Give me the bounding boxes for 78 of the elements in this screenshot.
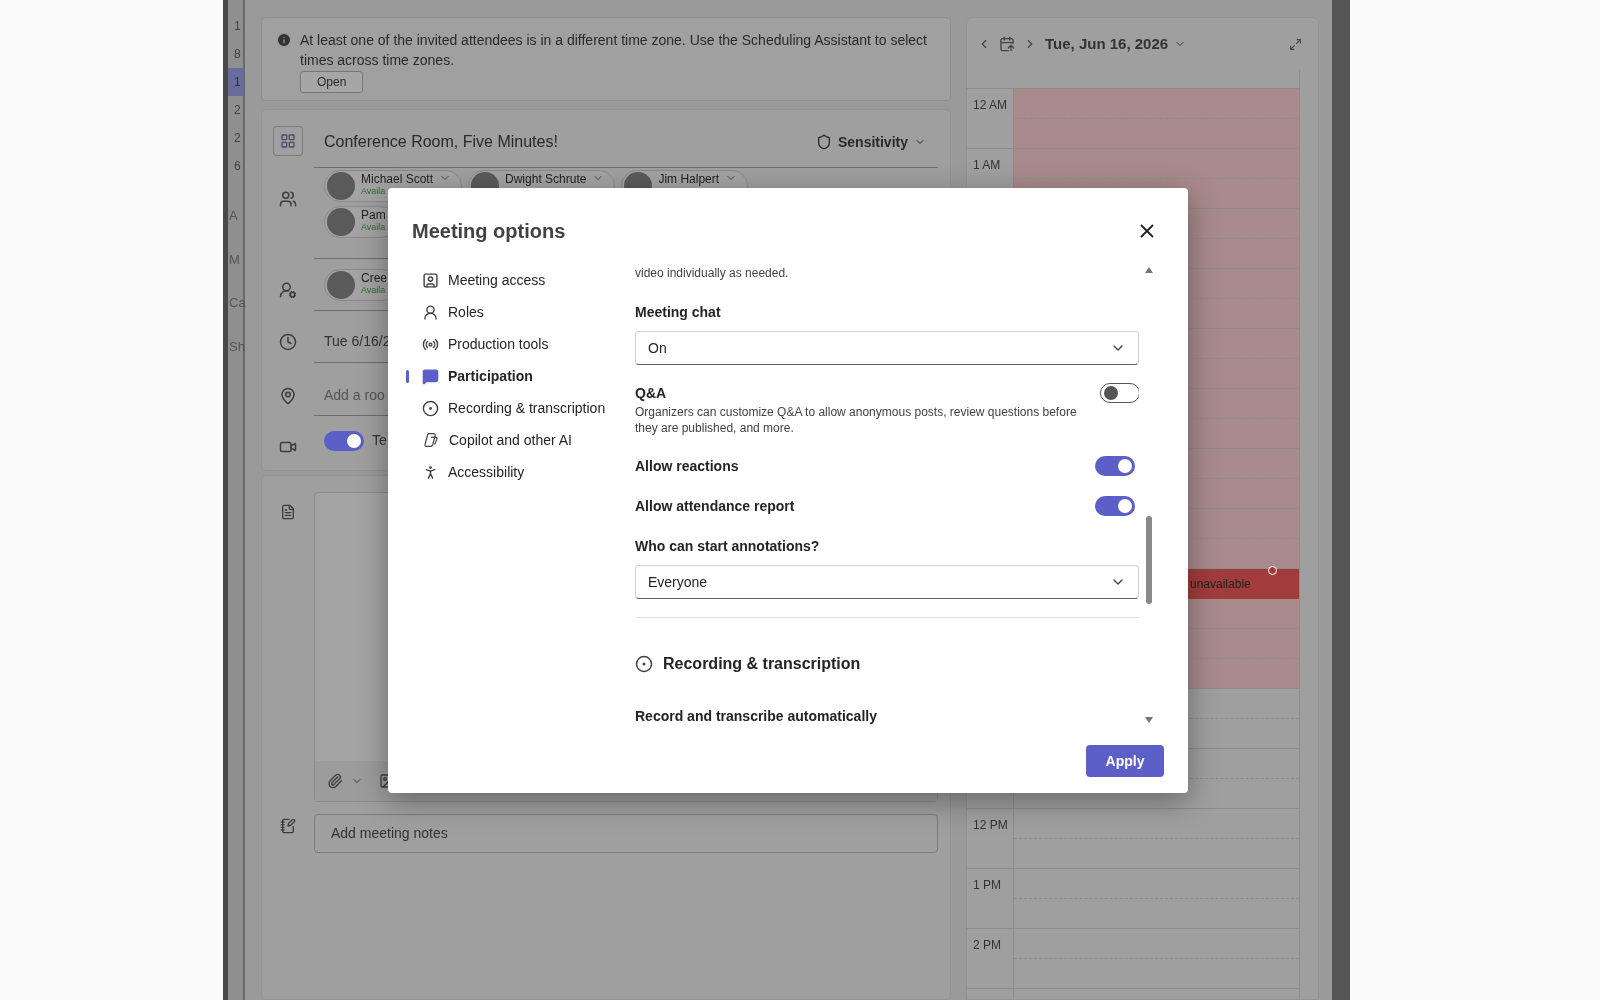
event-title: unavailable	[1190, 576, 1251, 593]
nav-item[interactable]: Participation	[414, 360, 635, 392]
attach-icon[interactable]	[327, 773, 343, 789]
location-icon	[279, 386, 297, 405]
nav-item[interactable]: Meeting access	[414, 264, 635, 296]
setting-label: Allow attendance report	[635, 497, 795, 516]
attendee-status: Availa	[361, 184, 387, 197]
info-icon	[276, 32, 292, 48]
copilot-icon	[422, 431, 440, 449]
hour-label: 1 PM	[973, 878, 1001, 892]
person-icon	[422, 303, 439, 321]
meeting-notes-field[interactable]: Add meeting notes	[314, 814, 938, 853]
hour-label: 2 PM	[973, 938, 1001, 952]
sidebar-label: A	[229, 207, 239, 225]
portrait-icon	[422, 271, 439, 289]
attendee-status: Availa	[361, 220, 386, 233]
scroll-up-icon[interactable]	[1144, 266, 1154, 274]
setting-label: Who can start annotations?	[635, 537, 821, 556]
scroll-down-icon[interactable]	[1144, 716, 1154, 724]
date-cell[interactable]: 2	[228, 124, 243, 152]
open-button[interactable]: Open	[300, 71, 364, 93]
sidebar-label: M	[229, 250, 241, 269]
toggle-switch[interactable]	[1095, 496, 1135, 516]
sidebar-label: Sh	[229, 337, 246, 356]
setting-label: Allow reactions	[635, 457, 739, 476]
nav-item[interactable]: Accessibility	[414, 456, 635, 488]
attendee-status: Availa	[361, 284, 387, 297]
today-icon[interactable]	[999, 36, 1015, 52]
sensitivity-button[interactable]: Sensitivity	[815, 131, 926, 153]
expand-icon[interactable]	[1289, 37, 1302, 51]
setting-description: video individually as needed.	[635, 265, 790, 282]
attendee-name: Pam	[361, 208, 386, 221]
attendees-icon	[279, 189, 297, 208]
attendee-name: Jim Halpert	[658, 172, 720, 185]
setting-label: Meeting chat	[635, 303, 722, 322]
date-cell[interactable]: 2	[228, 96, 243, 124]
dialog-title: Meeting options	[412, 219, 566, 244]
toggle-switch[interactable]	[1095, 456, 1135, 476]
dropdown[interactable]: On	[635, 331, 1139, 365]
shield-icon	[815, 134, 832, 150]
attendee-name: Cree	[361, 272, 387, 285]
toggle-switch[interactable]	[1100, 383, 1139, 403]
online-meeting-label: Te	[372, 431, 387, 451]
nav-item[interactable]: Copilot and other AI	[414, 424, 635, 456]
nav-item[interactable]: Roles	[414, 296, 635, 328]
record-icon	[422, 399, 439, 417]
hour-label: 12 AM	[973, 98, 1008, 112]
toggle-switch[interactable]	[324, 430, 364, 451]
avatar	[327, 271, 355, 300]
avatar	[327, 207, 355, 236]
title-field[interactable]: Conference Room, Five Minutes!	[324, 130, 558, 154]
optional-attendee-icon	[279, 281, 297, 300]
chat-icon	[422, 367, 439, 385]
nav-item[interactable]: Production tools	[414, 328, 635, 360]
date-picker[interactable]: Tue, Jun 16, 2026	[1045, 32, 1187, 56]
description-icon	[280, 504, 296, 520]
setting-description: Organizers can customize Q&A to allow anonymous posts, review questions before they are published, and more.	[635, 404, 1078, 436]
hour-label: 12 PM	[973, 818, 1008, 832]
date-cell[interactable]: 8	[228, 40, 243, 68]
date-cell[interactable]: 6	[228, 152, 243, 180]
attendee-name: Michael Scott	[361, 172, 434, 185]
setting-label: Record and transcribe automatically	[635, 707, 878, 726]
apply-button[interactable]: Apply	[1086, 745, 1164, 777]
record-icon	[635, 655, 653, 673]
scrollbar-thumb[interactable]	[1146, 516, 1152, 604]
hour-label: 1 AM	[973, 158, 1001, 172]
notice-text: At least one of the invited attendees is in a different time zone. Use the Scheduling Assistant to select times across time zones.	[300, 31, 928, 70]
nav-item[interactable]: Recording & transcription	[414, 392, 635, 424]
avatar	[327, 171, 355, 200]
title-icon	[273, 126, 303, 156]
sidebar-label: Ca	[229, 294, 246, 312]
clock-icon	[279, 332, 297, 351]
dropdown[interactable]: Everyone	[635, 565, 1139, 599]
selection-indicator	[406, 370, 409, 383]
notes-icon	[280, 818, 296, 834]
attendee-name: Dwight Schrute	[505, 172, 587, 185]
setting-label: Q&A	[635, 384, 668, 403]
section-heading: Recording & transcription	[663, 654, 861, 674]
